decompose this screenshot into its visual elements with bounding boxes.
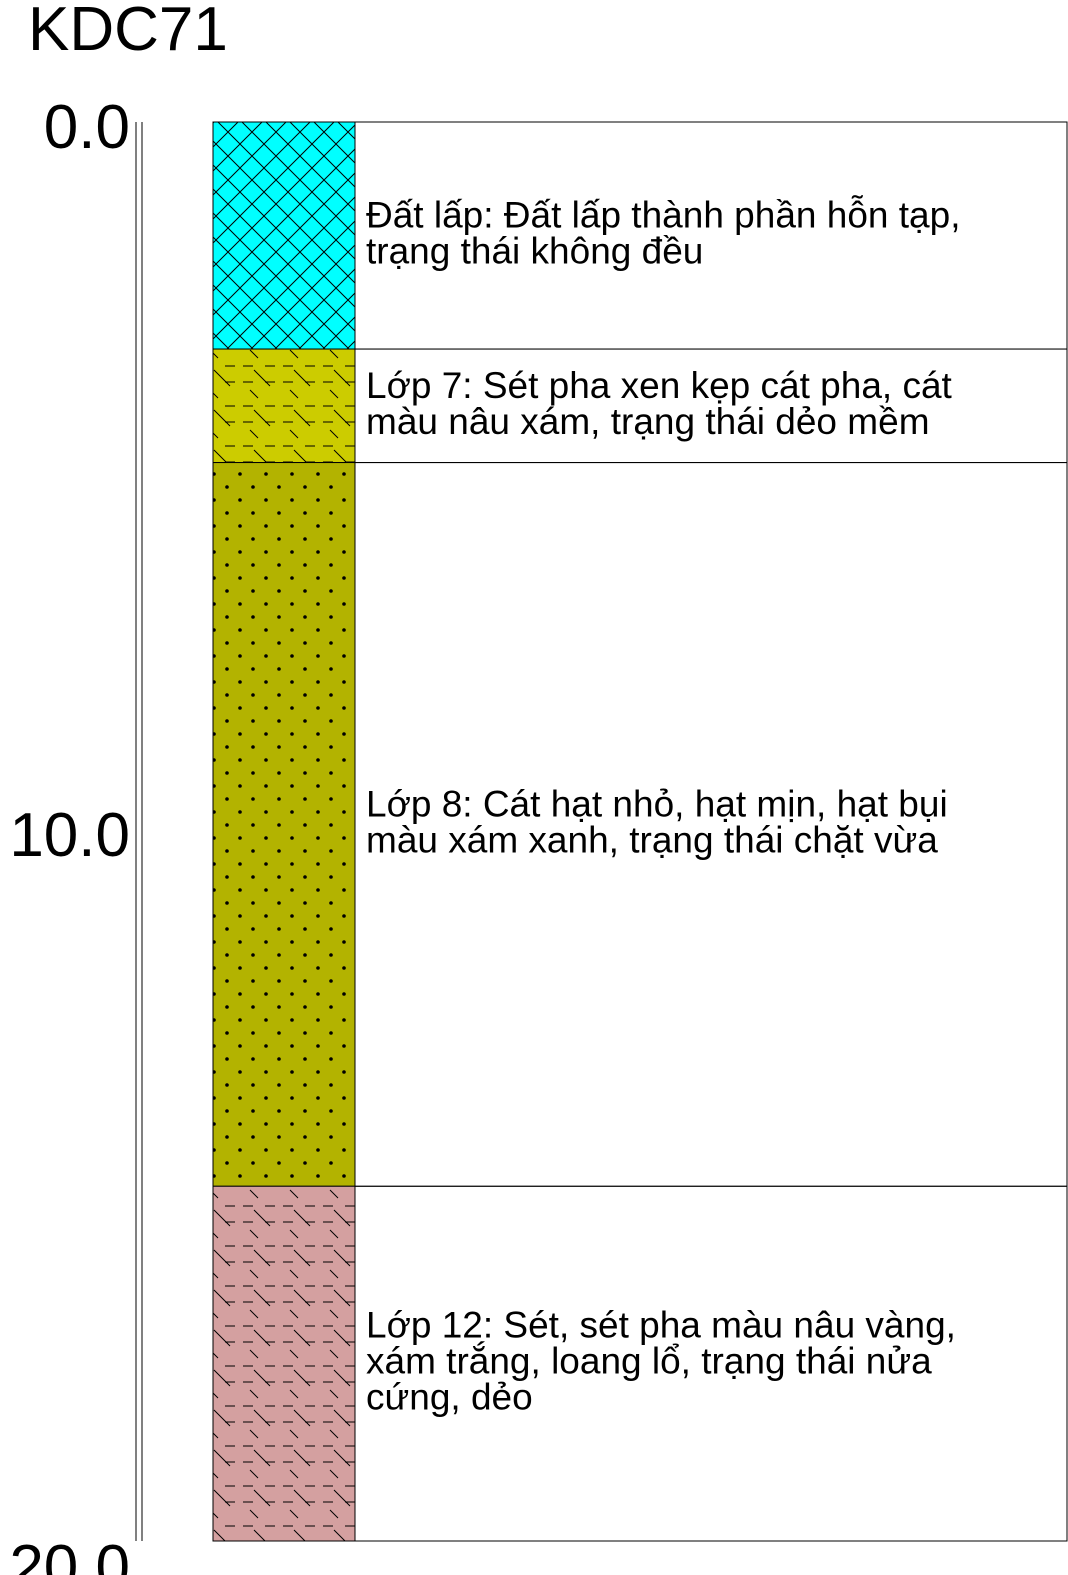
layer-1-description-line: màu nâu xám, trạng thái dẻo mềm (366, 401, 930, 442)
layer-3-pattern (212, 1185, 356, 1542)
layer-3-description-line: xám trắng, loang lổ, trạng thái nửa (366, 1341, 932, 1382)
depth-label-bottom: 20.0 (9, 1533, 130, 1575)
layer-0-description-line: Đất lấp: Đất lấp thành phần hỗn tạp, (366, 195, 961, 236)
layer-3-description-line: cứng, dẻo (366, 1377, 533, 1418)
layer-0-pattern (212, 121, 356, 350)
layer-2-pattern (212, 462, 356, 1187)
borehole-log: KDC71 0.0 10.0 20.0 Đất lấp: Đất lấp thà… (9, 0, 1068, 1575)
borehole-title: KDC71 (28, 0, 228, 64)
layer-stack: Đất lấp: Đất lấp thành phần hỗn tạp,trạn… (212, 121, 1068, 1542)
depth-axis: 0.0 10.0 20.0 (9, 93, 143, 1575)
layer-1-pattern (212, 348, 356, 464)
layer-0-description-line: trạng thái không đều (366, 231, 703, 272)
layer-3-description-line: Lớp 12: Sét, sét pha màu nâu vàng, (366, 1305, 956, 1346)
layer-2-description-line: màu xám xanh, trạng thái chặt vừa (366, 819, 938, 860)
depth-label-top: 0.0 (44, 93, 130, 162)
layer-1-description-line: Lớp 7: Sét pha xen kẹp cát pha, cát (366, 365, 953, 406)
depth-label-mid: 10.0 (9, 801, 130, 870)
layer-2-description-line: Lớp 8: Cát hạt nhỏ, hạt mịn, hạt bụi (366, 783, 948, 824)
